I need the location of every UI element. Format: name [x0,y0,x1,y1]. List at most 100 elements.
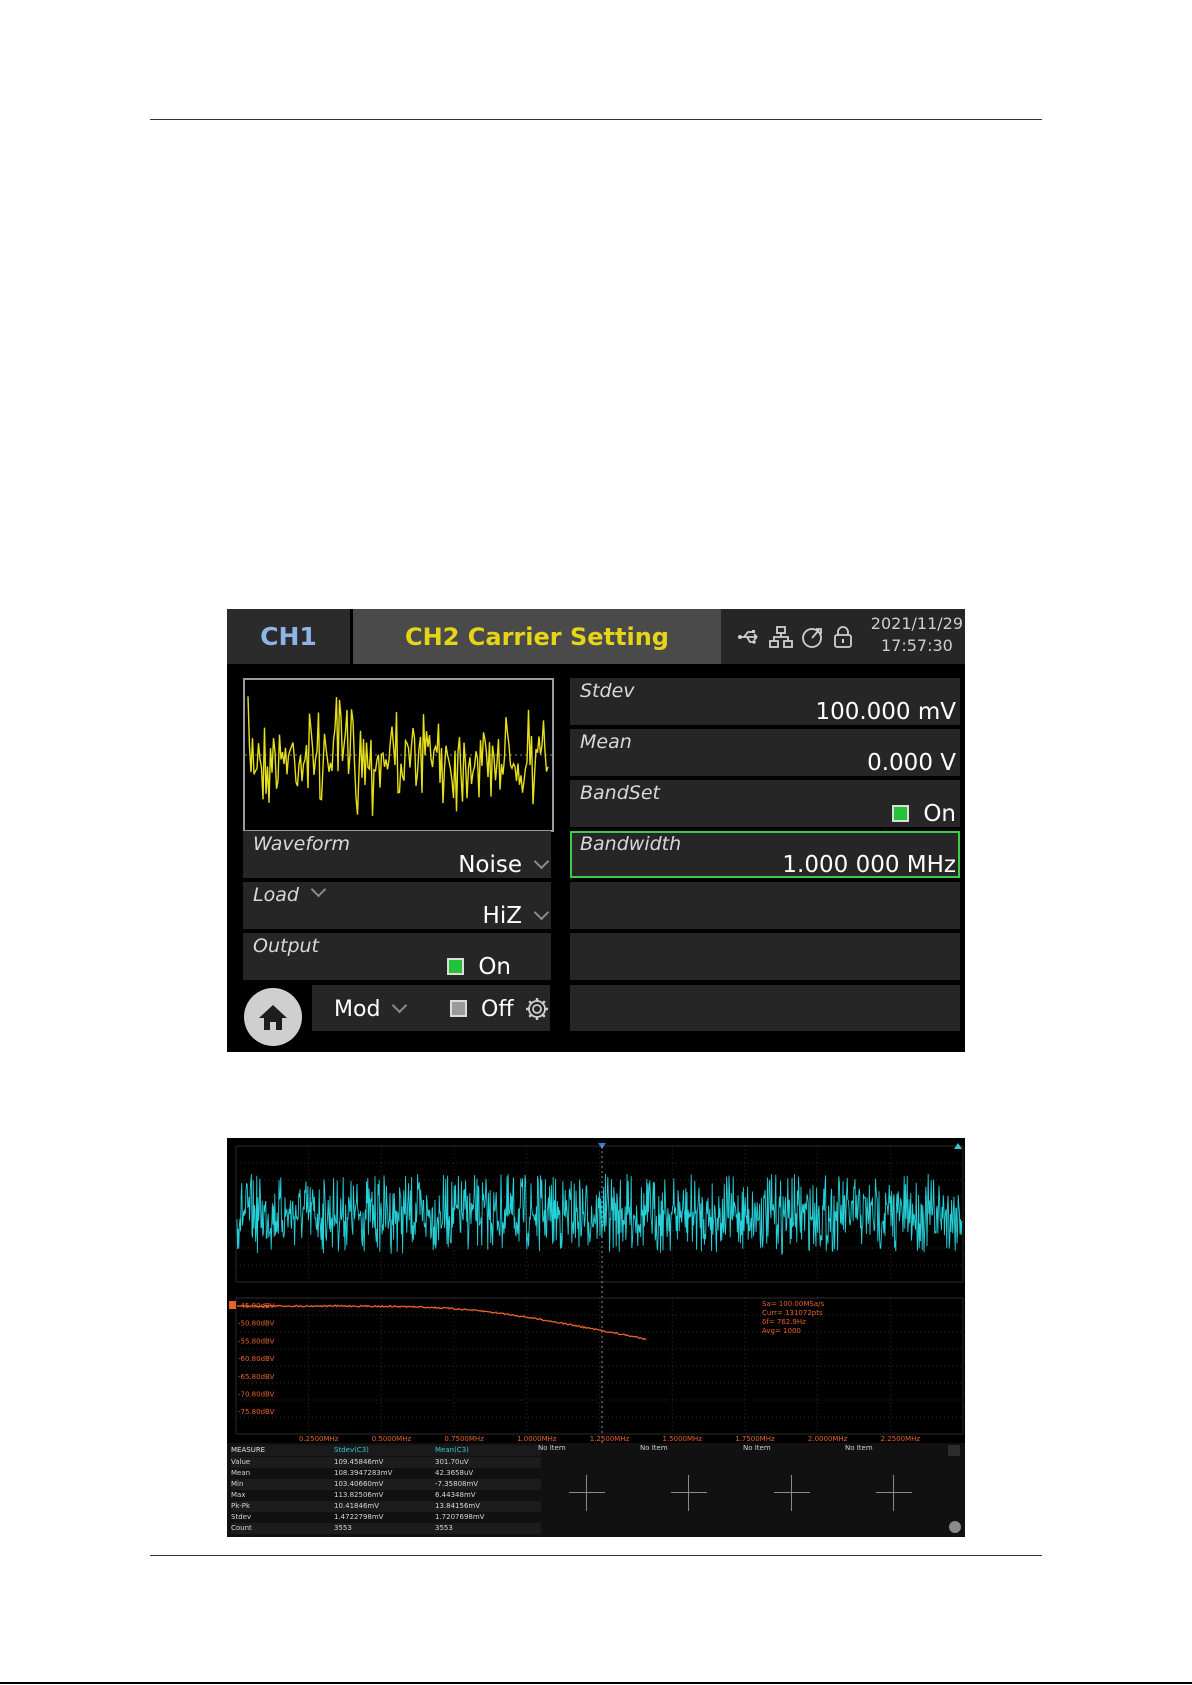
load-value: HiZ [483,903,550,929]
waveform-preview [243,678,554,832]
bandwidth-value: 1.000 000 MHz [782,852,956,878]
fft-y-tick-label: -50.80dBV [238,1320,275,1328]
bandwidth-field[interactable]: Bandwidth 1.000 000 MHz [570,831,960,878]
measure-value: 108.3947283mV [334,1469,393,1477]
add-measure-button[interactable] [569,1475,605,1511]
mod-bar: Mod Off [312,985,550,1031]
generator-screenshot: CH1 CH2 Carrier Setting 2021/11/29 17:57… [227,609,965,1052]
measure-row-label: Mean [231,1469,251,1477]
measure-col-mean[interactable]: Mean(C3) [435,1446,469,1454]
measure-row-label: Max [231,1491,246,1499]
measure-row: Mean 108.3947283mV 42.3658uV [231,1468,541,1479]
measure-row-label: Stdev [231,1513,252,1521]
fft-x-axis: 0.2500MHz 0.5000MHz 0.7500MHz 1.0000MHz 1.25… [299,1435,920,1443]
fft-x-tick-label: 2.2500MHz [881,1435,921,1443]
measure-row-label: Count [231,1524,252,1532]
empty-slot [570,985,960,1031]
no-item-label: No Item [845,1444,873,1452]
bandset-value: On [892,801,956,827]
time-text: 17:57:30 [880,636,953,655]
waveform-value: Noise [458,852,550,878]
stdev-label: Stdev [580,680,635,702]
noise-waveform [245,696,552,816]
bandset-checkbox[interactable] [892,805,910,822]
chevron-down-icon [310,881,327,898]
fft-x-tick-label: 2.0000MHz [808,1435,848,1443]
mod-checkbox[interactable] [450,1000,467,1017]
fft-y-tick-label: -70.80dBV [238,1391,275,1399]
fft-x-tick-label: 0.7500MHz [444,1435,484,1443]
usb-icon [738,630,758,644]
lock-icon [834,626,852,648]
add-measure-button[interactable] [774,1475,810,1511]
output-checkbox[interactable] [447,958,465,975]
output-label: Output [253,935,319,957]
chevron-down-icon [533,904,550,921]
no-item-label: No Item [640,1444,668,1452]
mod-dropdown[interactable]: Mod [334,997,408,1022]
measure-title: MEASURE [231,1446,266,1454]
add-measure-button[interactable] [671,1475,707,1511]
chevron-down-icon [533,853,550,870]
no-item-label: No Item [743,1444,771,1452]
fft-y-tick-label: -55.80dBV [238,1337,275,1345]
fft-x-tick-label: 0.5000MHz [372,1435,412,1443]
mean-field[interactable]: Mean 0.000 V [570,729,960,776]
fft-y-axis: -45.80dBV -50.80dBV -55.80dBV -60.80dBV -65.… [238,1302,275,1416]
clock-sync-icon [802,628,822,648]
stdev-value: 100.000 mV [815,699,956,725]
measure-row: Pk-Pk 10.41846mV 13.84156mV [231,1501,541,1512]
waveform-field[interactable]: Waveform Noise [243,831,551,878]
measure-value: 301.70uV [435,1458,469,1466]
measure-header: MEASURE Stdev(C3) Mean(C3) [231,1445,541,1456]
measure-row-label: Value [231,1458,251,1466]
tab-ch1[interactable]: CH1 [227,609,350,664]
fft-y-tick-label: -75.80dBV [238,1408,275,1416]
home-button[interactable] [244,988,302,1046]
bandwidth-label: Bandwidth [580,833,682,855]
measure-value: 3553 [435,1524,453,1532]
oscilloscope-screenshot: -45.80dBV -50.80dBV -55.80dBV -60.80dBV -65.… [227,1138,965,1537]
fft-info-line: δf= 762.9Hz [762,1318,806,1326]
measure-value: 6.44348mV [435,1491,476,1499]
load-field[interactable]: Load HiZ [243,881,551,929]
stdev-field[interactable]: Stdev 100.000 mV [570,678,960,725]
measure-value: 3553 [334,1524,352,1532]
fft-y-tick-label: -65.80dBV [238,1373,275,1381]
header-rule [150,119,1042,120]
measure-row: Max 113.82506mV 6.44348mV [231,1490,541,1501]
fft-y-tick-label: -60.80dBV [238,1355,275,1363]
fft-trace [237,1304,647,1341]
scope-display: -45.80dBV -50.80dBV -55.80dBV -60.80dBV -65.… [229,1143,964,1443]
measure-value: 1.4722798mV [334,1513,384,1521]
fft-grid [235,1297,964,1435]
waveform-label: Waveform [253,833,350,855]
fft-info-line: Sa= 100.00MSa/s [762,1300,824,1308]
measure-row: Count 3553 3553 [231,1523,541,1534]
measure-value: 1.7207698mV [435,1513,485,1521]
gear-icon[interactable] [524,996,550,1022]
output-value: On [447,954,511,980]
measure-value: 42.3658uV [435,1469,474,1477]
mean-value: 0.000 V [867,750,956,776]
output-field[interactable]: Output On [243,933,551,980]
measure-value: 113.82506mV [334,1491,384,1499]
fft-x-tick-label: 1.5000MHz [663,1435,703,1443]
settings-icon[interactable] [949,1521,961,1533]
empty-slot [570,933,960,980]
page-bottom-rule [0,1682,1192,1684]
measure-row-label: Pk-Pk [231,1502,251,1510]
bandset-field[interactable]: BandSet On [570,780,960,827]
close-icon[interactable] [948,1445,960,1456]
fft-x-tick-label: 1.7500MHz [735,1435,775,1443]
fft-x-tick-label: 1.2500MHz [590,1435,630,1443]
measure-value: 13.84156mV [435,1502,481,1510]
empty-slot [570,882,960,929]
chevron-down-icon [392,997,408,1014]
no-item-label: No Item [538,1444,566,1452]
mod-toggle[interactable]: Off [450,997,513,1022]
measure-col-stdev[interactable]: Stdev(C3) [334,1446,369,1454]
measure-row: Min 103.40660mV -7.35808mV [231,1479,541,1490]
add-measure-button[interactable] [876,1475,912,1511]
measure-row: Value 109.45846mV 301.70uV [231,1457,541,1468]
